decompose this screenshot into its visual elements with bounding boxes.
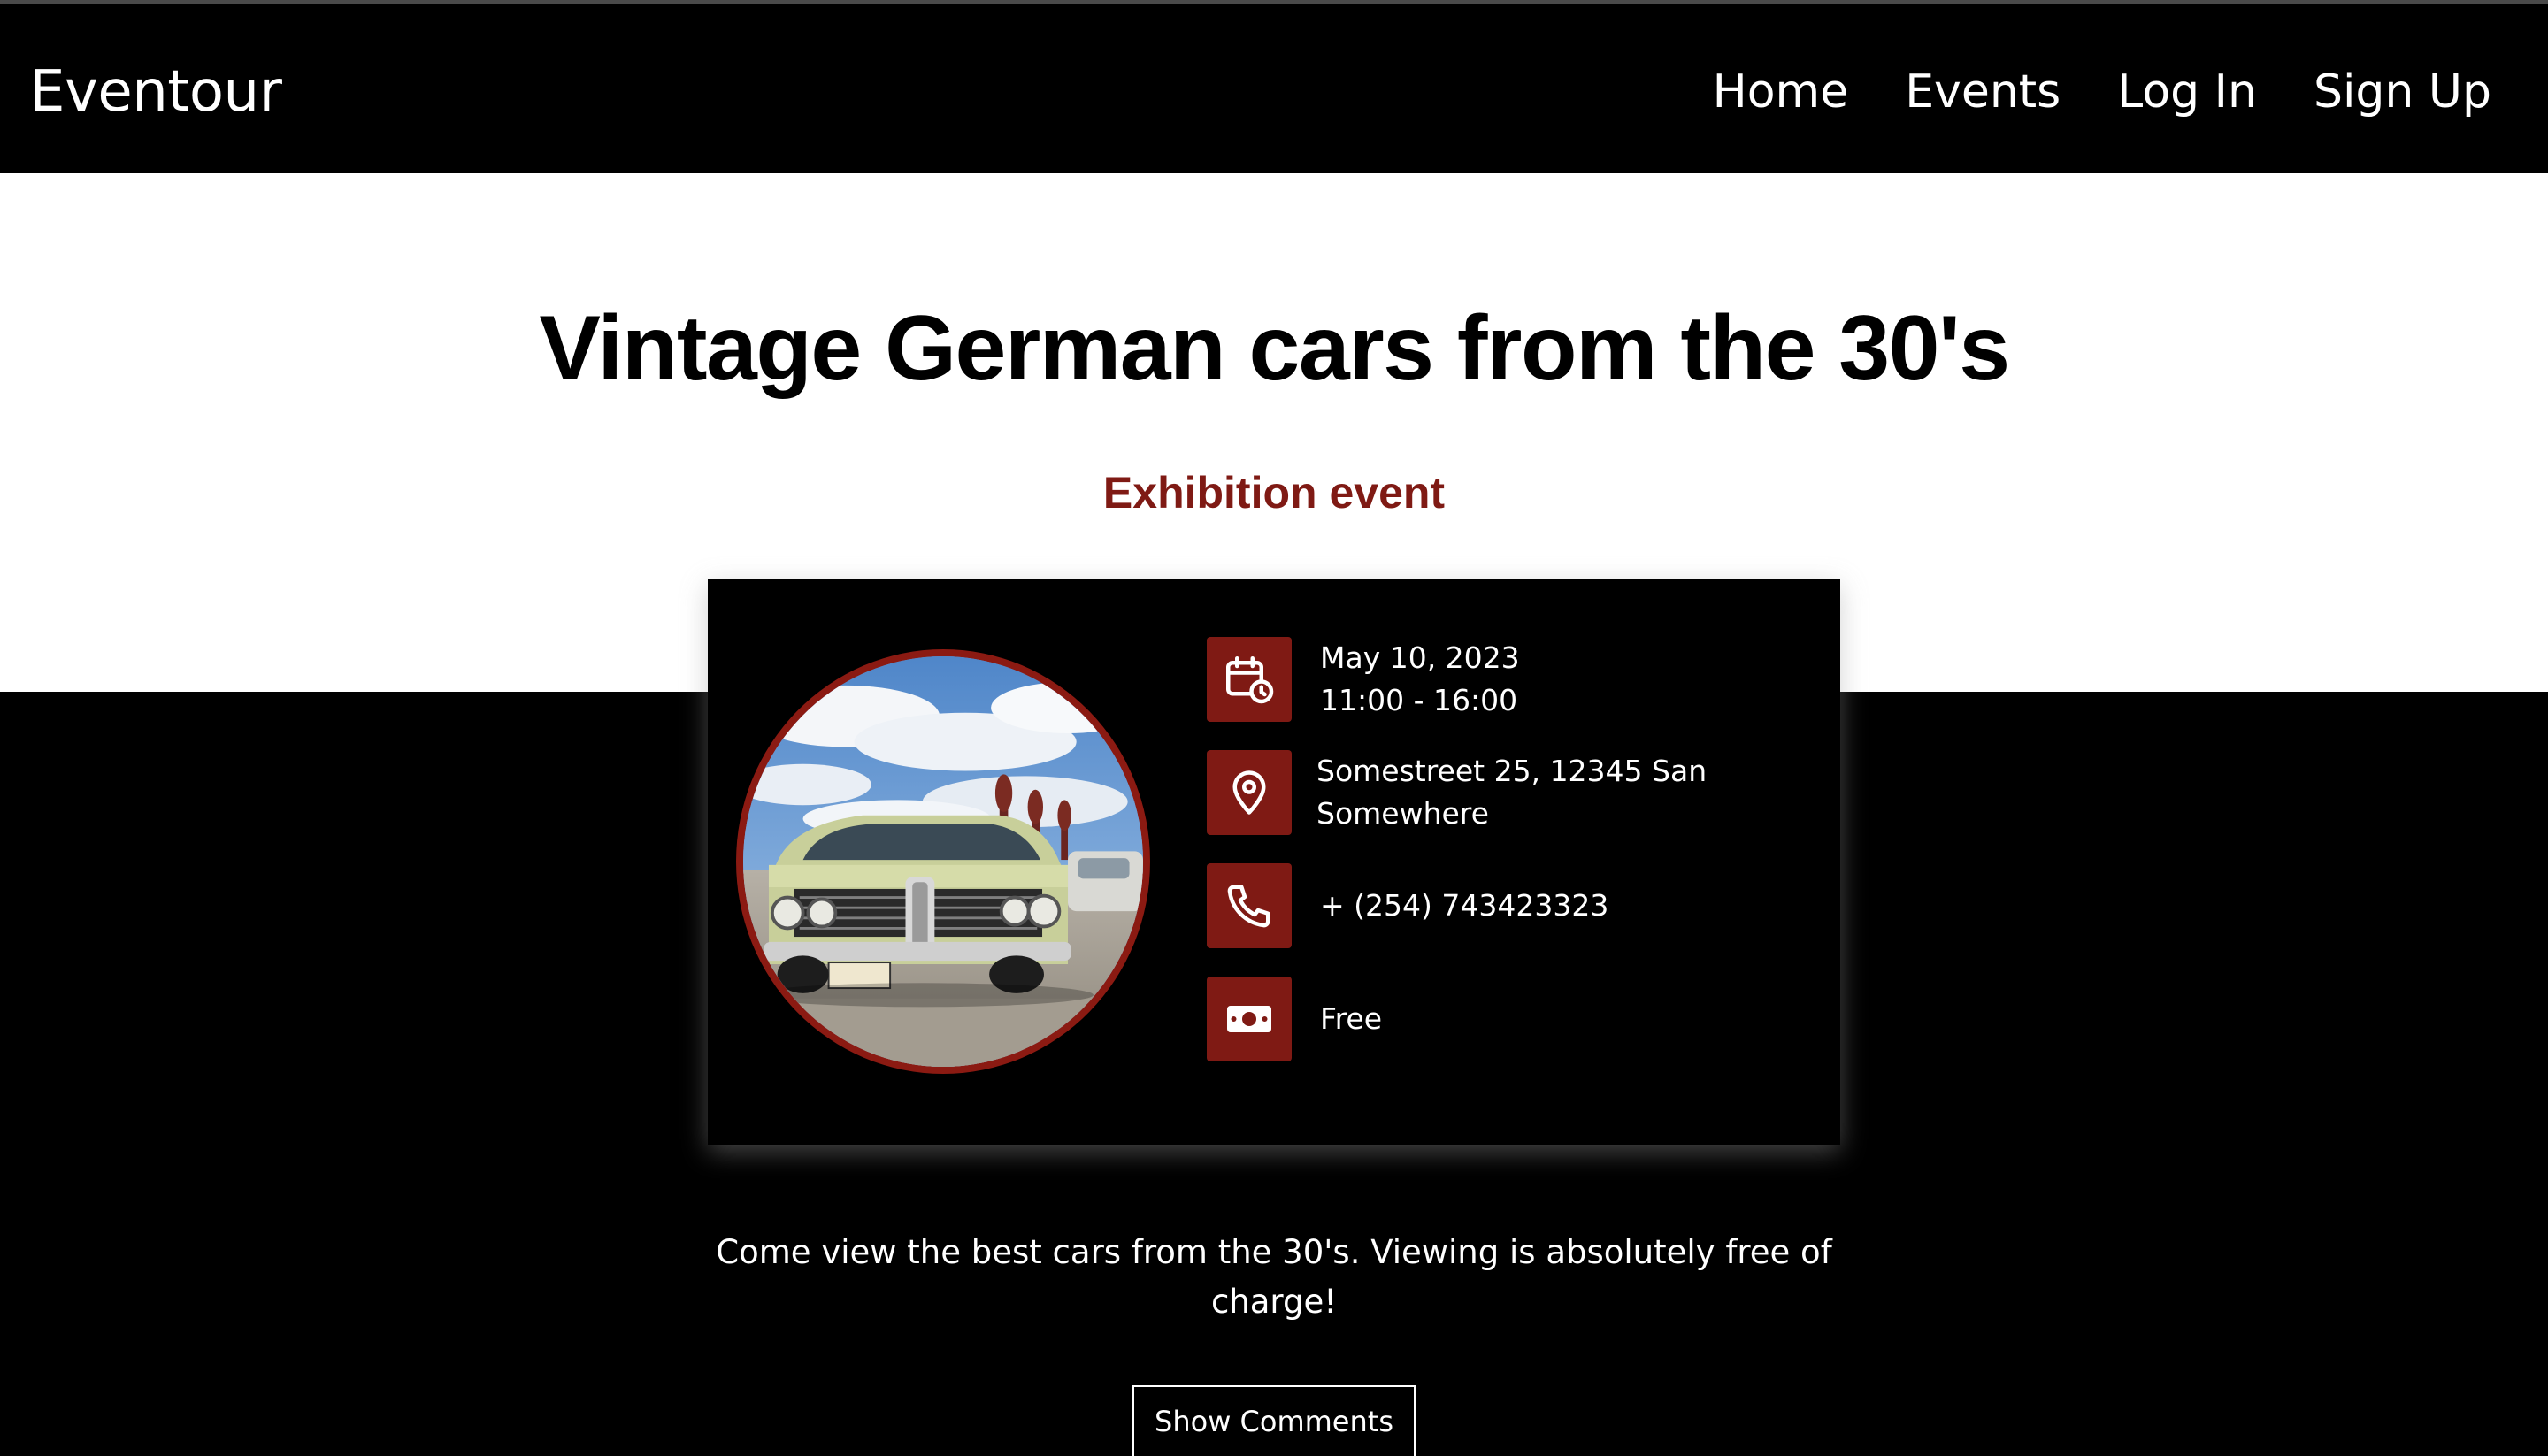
price-text: Free bbox=[1320, 998, 1727, 1040]
event-photo bbox=[736, 649, 1150, 1074]
page: Eventour Home Events Log In Sign Up Vint… bbox=[0, 0, 2548, 1456]
nav-link-login[interactable]: Log In bbox=[2117, 62, 2257, 122]
event-phone[interactable]: + (254) 743423323 bbox=[1320, 885, 1727, 927]
money-bill-icon bbox=[1207, 977, 1292, 1061]
event-time: 11:00 - 16:00 bbox=[1320, 683, 1518, 717]
event-info-card: May 10, 2023 11:00 - 16:00 Somestreet 25… bbox=[708, 579, 1840, 1145]
event-date: May 10, 2023 bbox=[1320, 640, 1520, 675]
info-row-location: Somestreet 25, 12345 San Somewhere bbox=[1207, 750, 1723, 835]
vintage-car-image bbox=[743, 656, 1143, 1067]
event-description: Come view the best cars from the 30's. V… bbox=[716, 1233, 1832, 1321]
nav-link-events[interactable]: Events bbox=[1905, 62, 2061, 122]
address-text: Somestreet 25, 12345 San Somewhere bbox=[1316, 750, 1723, 835]
info-row-phone: + (254) 743423323 bbox=[1207, 863, 1727, 948]
event-address: Somestreet 25, 12345 San Somewhere bbox=[1316, 754, 1708, 831]
event-price: Free bbox=[1320, 1001, 1383, 1036]
nav-link-signup[interactable]: Sign Up bbox=[2314, 62, 2491, 122]
phone-text: + (254) 743423323 bbox=[1320, 885, 1727, 927]
event-title: Vintage German cars from the 30's bbox=[539, 297, 2010, 400]
map-pin-icon bbox=[1207, 750, 1292, 835]
date-time-text: May 10, 2023 11:00 - 16:00 bbox=[1320, 637, 1727, 722]
info-row-date: May 10, 2023 11:00 - 16:00 bbox=[1207, 637, 1727, 722]
event-category: Exhibition event bbox=[1102, 468, 1446, 517]
phone-icon bbox=[1207, 863, 1292, 948]
show-comments-button[interactable]: Show Comments bbox=[1132, 1385, 1416, 1456]
brand-logo-text[interactable]: Eventour bbox=[29, 57, 282, 127]
info-row-price: Free bbox=[1207, 977, 1727, 1061]
navbar: Eventour Home Events Log In Sign Up bbox=[0, 4, 2548, 173]
main-nav: Home Events Log In Sign Up bbox=[1713, 62, 2491, 122]
calendar-clock-icon bbox=[1207, 637, 1292, 722]
nav-link-home[interactable]: Home bbox=[1713, 62, 1849, 122]
